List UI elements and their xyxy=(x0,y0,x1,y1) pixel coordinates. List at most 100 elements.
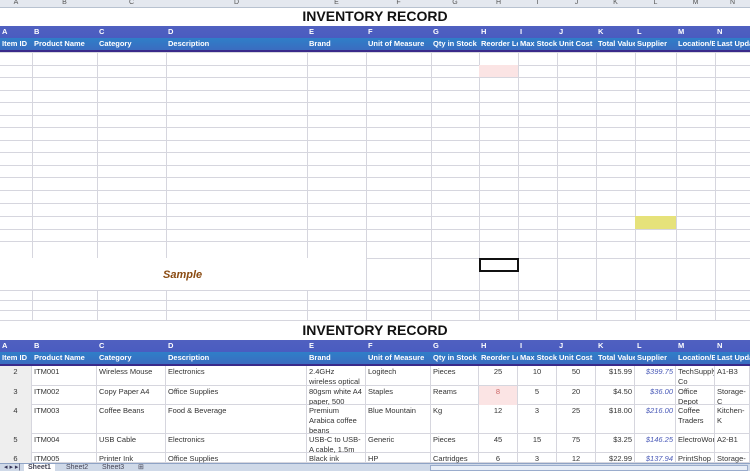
table-cell[interactable]: Staples xyxy=(366,386,431,405)
column-header[interactable]: H Reorder Le xyxy=(479,26,518,52)
table-cell[interactable]: ITM004 xyxy=(32,434,97,453)
column-letter[interactable]: I xyxy=(518,0,557,6)
table-cell[interactable]: Storage-C xyxy=(715,386,750,405)
table-cell[interactable]: Generic xyxy=(366,434,431,453)
table-cell[interactable]: ElectroWorld xyxy=(676,434,715,453)
column-header[interactable]: A Item ID xyxy=(0,26,32,52)
table-cell[interactable]: 45 xyxy=(479,434,518,453)
table-cell[interactable]: Copy Paper A4 xyxy=(97,386,166,405)
column-header[interactable]: F Unit of Measure xyxy=(366,26,431,52)
table-cell[interactable]: Kg xyxy=(431,405,479,434)
column-letter[interactable]: G xyxy=(431,0,479,6)
table-cell[interactable]: $18.00 xyxy=(596,405,635,434)
column-header[interactable]: I Max Stock xyxy=(518,340,557,366)
table-cell[interactable]: Reams xyxy=(431,386,479,405)
table-cell[interactable]: Blue Mountain xyxy=(366,405,431,434)
table-cell[interactable]: ITM003 xyxy=(32,405,97,434)
column-header[interactable]: C Category xyxy=(97,340,166,366)
table-cell[interactable]: 8 xyxy=(479,386,518,405)
column-letter[interactable]: D xyxy=(166,0,307,6)
column-header[interactable]: B Product Name xyxy=(32,26,97,52)
selected-cell[interactable] xyxy=(479,258,519,272)
column-header[interactable]: G Qty in Stock xyxy=(431,26,479,52)
column-header[interactable]: D Description xyxy=(166,26,307,52)
table-cell[interactable]: 3 xyxy=(518,405,557,434)
table-cell[interactable]: Printer Ink xyxy=(97,453,166,463)
table-cell[interactable]: Coffee Traders xyxy=(676,405,715,434)
table-cell[interactable]: $146.25 xyxy=(635,434,676,453)
column-letter[interactable]: C xyxy=(97,0,166,6)
table-cell[interactable]: 4 xyxy=(0,405,32,434)
column-header[interactable]: K Total Value xyxy=(596,340,635,366)
column-letter[interactable]: J xyxy=(557,0,596,6)
table-cell[interactable]: TechSupply Co xyxy=(676,366,715,386)
column-header[interactable]: L Supplier xyxy=(635,26,676,52)
table-cell[interactable]: 25 xyxy=(557,405,596,434)
table-cell[interactable]: USB Cable xyxy=(97,434,166,453)
table-cell[interactable]: Office Depot xyxy=(676,386,715,405)
table-cell[interactable]: 3 xyxy=(518,453,557,463)
table-cell[interactable]: $137.94 xyxy=(635,453,676,463)
highlighted-cell[interactable] xyxy=(635,216,676,229)
column-letter[interactable]: N xyxy=(715,0,750,6)
table-cell[interactable]: 6 xyxy=(0,453,32,463)
table-cell[interactable]: 15 xyxy=(518,434,557,453)
table-cell[interactable]: $36.00 xyxy=(635,386,676,405)
table-cell[interactable]: Office Supplies xyxy=(166,386,307,405)
table-cell[interactable]: Food & Beverage xyxy=(166,405,307,434)
table-cell[interactable]: Logitech xyxy=(366,366,431,386)
table-cell[interactable]: $3.25 xyxy=(596,434,635,453)
horizontal-scrollbar[interactable] xyxy=(430,465,748,471)
table-cell[interactable]: Pieces xyxy=(431,434,479,453)
column-header[interactable]: M Location/B xyxy=(676,26,715,52)
table-cell[interactable]: 10 xyxy=(518,366,557,386)
column-header[interactable]: J Unit Cost xyxy=(557,340,596,366)
table-cell[interactable]: Pieces xyxy=(431,366,479,386)
table-cell[interactable]: Storage-C xyxy=(715,453,750,463)
table-cell[interactable]: 5 xyxy=(0,434,32,453)
column-header[interactable]: E Brand xyxy=(307,340,366,366)
column-header[interactable]: M Location/B xyxy=(676,340,715,366)
table-cell[interactable]: $22.99 xyxy=(596,453,635,463)
table-cell[interactable]: 12 xyxy=(557,453,596,463)
column-header[interactable]: E Brand xyxy=(307,26,366,52)
column-letter[interactable]: H xyxy=(479,0,518,6)
column-header[interactable]: D Description xyxy=(166,340,307,366)
table-cell[interactable]: HP xyxy=(366,453,431,463)
table-cell[interactable]: $399.75 xyxy=(635,366,676,386)
column-header[interactable]: K Total Value xyxy=(596,26,635,52)
column-header[interactable]: I Max Stock xyxy=(518,26,557,52)
table-cell[interactable]: Office Supplies xyxy=(166,453,307,463)
column-header[interactable]: C Category xyxy=(97,26,166,52)
table-cell[interactable]: 12 xyxy=(479,405,518,434)
table-cell[interactable]: $15.99 xyxy=(596,366,635,386)
column-header[interactable]: N Last Upda xyxy=(715,26,750,52)
table-cell[interactable]: Premium Arabica coffee beans xyxy=(307,405,366,434)
table-cell[interactable]: 3 xyxy=(0,386,32,405)
table-cell[interactable]: A2-B1 xyxy=(715,434,750,453)
column-header[interactable]: A Item ID xyxy=(0,340,32,366)
column-header[interactable]: H Reorder Le xyxy=(479,340,518,366)
table-cell[interactable]: USB-C to USB-A cable, 1.5m xyxy=(307,434,366,453)
column-letter[interactable]: M xyxy=(676,0,715,6)
table-cell[interactable]: 20 xyxy=(557,386,596,405)
table-cell[interactable]: 2.4GHz wireless optical mouse xyxy=(307,366,366,386)
column-letter[interactable]: E xyxy=(307,0,366,6)
column-letter[interactable]: F xyxy=(366,0,431,6)
table-cell[interactable]: ITM005 xyxy=(32,453,97,463)
table-cell[interactable]: A1-B3 xyxy=(715,366,750,386)
column-header[interactable]: J Unit Cost xyxy=(557,26,596,52)
column-header[interactable]: F Unit of Measure xyxy=(366,340,431,366)
column-letter[interactable]: K xyxy=(596,0,635,6)
table-cell[interactable]: $216.00 xyxy=(635,405,676,434)
table-cell[interactable]: Electronics xyxy=(166,434,307,453)
table-cell[interactable]: 2 xyxy=(0,366,32,386)
column-header[interactable]: B Product Name xyxy=(32,340,97,366)
table-cell[interactable]: ITM001 xyxy=(32,366,97,386)
column-letter[interactable]: B xyxy=(32,0,97,6)
column-header[interactable]: L Supplier xyxy=(635,340,676,366)
table-cell[interactable]: Electronics xyxy=(166,366,307,386)
column-header[interactable]: G Qty in Stock xyxy=(431,340,479,366)
table-cell[interactable]: 75 xyxy=(557,434,596,453)
column-letter[interactable]: L xyxy=(635,0,676,6)
